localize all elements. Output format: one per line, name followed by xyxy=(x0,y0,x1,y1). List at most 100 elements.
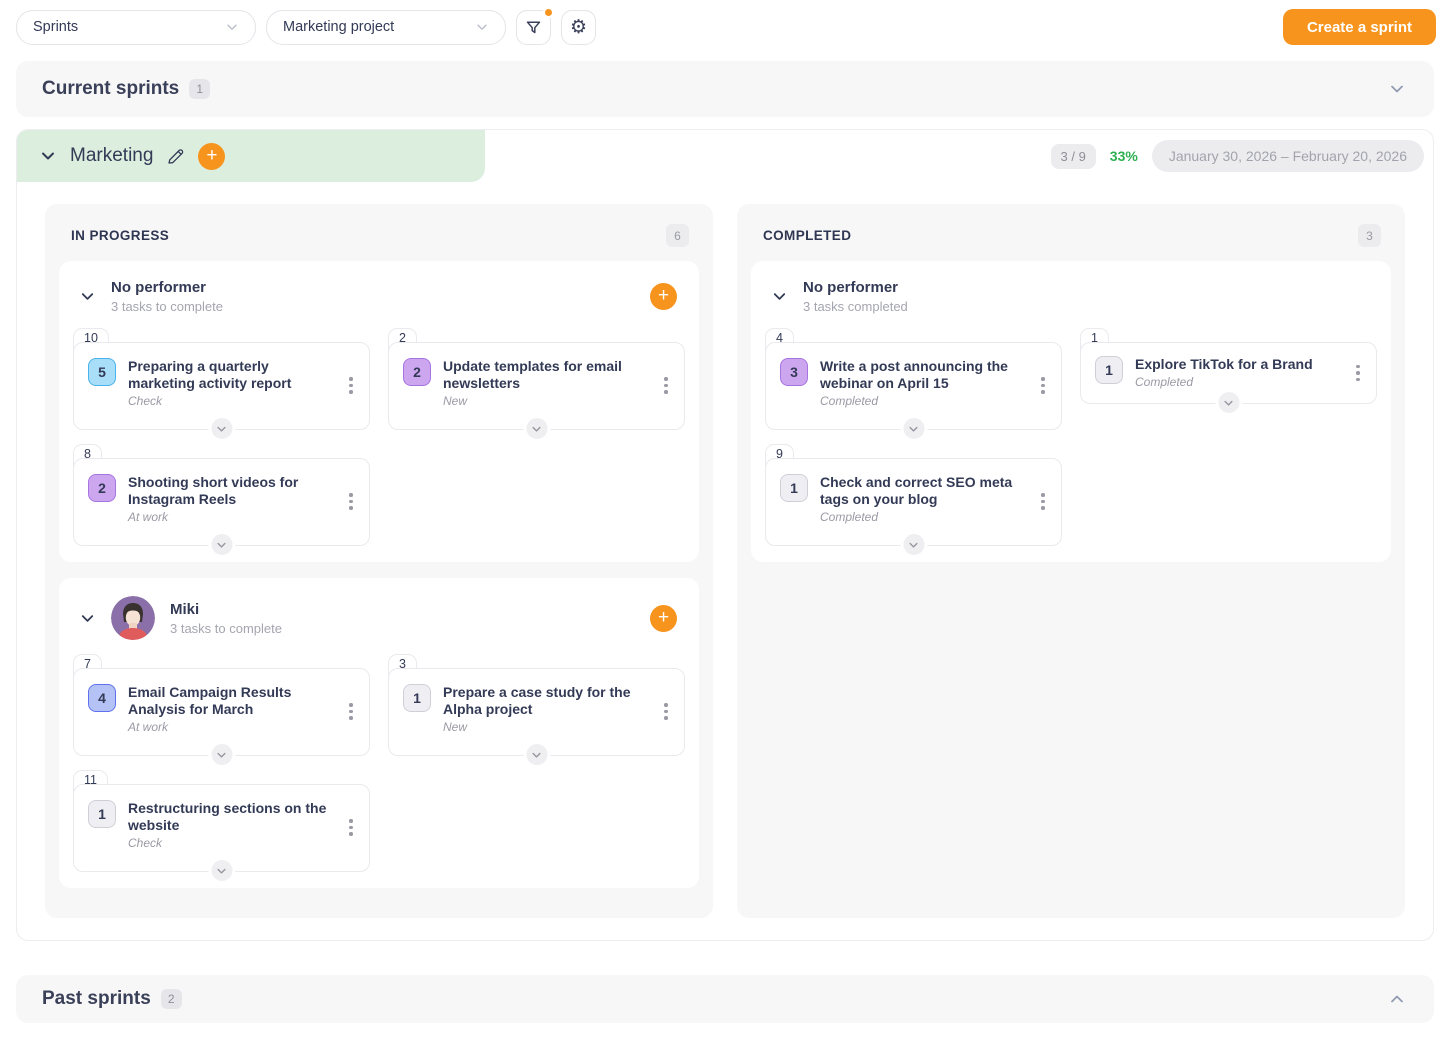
task-status: New xyxy=(443,394,646,408)
current-sprints-count: 1 xyxy=(189,79,210,99)
board-column: COMPLETED 3 No performer 3 tasks complet… xyxy=(737,204,1405,918)
task-menu-dots-icon[interactable] xyxy=(658,358,674,413)
task-expand-chevron-icon[interactable] xyxy=(523,741,550,768)
task-status: New xyxy=(443,720,646,734)
task-grid: 7 4 Email Campaign Results Analysis for … xyxy=(59,652,699,888)
group-header: No performer 3 tasks completed xyxy=(751,261,1391,326)
task-expand-chevron-icon[interactable] xyxy=(900,415,927,442)
task-text: Write a post announcing the webinar on A… xyxy=(820,358,1023,413)
task-count-badge: 5 xyxy=(88,358,116,386)
task-count-badge: 1 xyxy=(403,684,431,712)
create-sprint-button[interactable]: Create a sprint xyxy=(1283,9,1436,45)
task-title: Preparing a quarterly marketing activity… xyxy=(128,358,331,392)
task-expand-chevron-icon[interactable] xyxy=(208,857,235,884)
column-header: COMPLETED 3 xyxy=(751,214,1391,261)
filter-icon xyxy=(525,19,542,36)
group-chevron-down-icon[interactable] xyxy=(771,288,788,305)
task-status: Completed xyxy=(820,394,1023,408)
group-header: No performer 3 tasks to complete + xyxy=(59,261,699,326)
task-text: Shooting short videos for Instagram Reel… xyxy=(128,474,331,529)
group-chevron-down-icon[interactable] xyxy=(79,288,96,305)
task-title: Explore TikTok for a Brand xyxy=(1135,356,1338,373)
collapse-chevron-down-icon[interactable] xyxy=(1388,80,1406,98)
sprints-select-value: Sprints xyxy=(33,19,225,35)
group-header: Miki 3 tasks to complete + xyxy=(59,578,699,652)
column-count: 6 xyxy=(666,224,689,247)
task-text: Prepare a case study for the Alpha proje… xyxy=(443,684,646,739)
column-title: IN PROGRESS xyxy=(71,228,169,243)
edit-sprint-pencil-icon[interactable] xyxy=(166,147,185,166)
sprints-select[interactable]: Sprints xyxy=(16,10,256,45)
task-status: Completed xyxy=(1135,375,1338,389)
task-status: Check xyxy=(128,836,331,850)
collapse-chevron-up-icon[interactable] xyxy=(1388,990,1406,1008)
task-cell: 4 3 Write a post announcing the webinar … xyxy=(765,328,1062,430)
task-card[interactable]: 1 Check and correct SEO meta tags on you… xyxy=(765,458,1062,546)
task-expand-chevron-icon[interactable] xyxy=(208,741,235,768)
sprint-date-range[interactable]: January 30, 2026 – February 20, 2026 xyxy=(1152,140,1424,172)
task-status: At work xyxy=(128,720,331,734)
past-sprints-title: Past sprints xyxy=(42,988,151,1010)
toolbar: Sprints Marketing project ⚙ Create a spr… xyxy=(0,0,1450,45)
task-menu-dots-icon[interactable] xyxy=(1035,474,1051,529)
group-meta: Miki 3 tasks to complete xyxy=(170,601,282,636)
current-sprints-bar[interactable]: Current sprints 1 xyxy=(16,61,1434,117)
task-title: Write a post announcing the webinar on A… xyxy=(820,358,1023,392)
task-cell: 2 2 Update templates for email newslette… xyxy=(388,328,685,430)
task-menu-dots-icon[interactable] xyxy=(343,474,359,529)
column-count: 3 xyxy=(1358,224,1381,247)
task-card[interactable]: 3 Write a post announcing the webinar on… xyxy=(765,342,1062,430)
sprint-chevron-down-icon[interactable] xyxy=(39,147,57,165)
task-cell: 8 2 Shooting short videos for Instagram … xyxy=(73,444,370,546)
task-menu-dots-icon[interactable] xyxy=(658,684,674,739)
task-status: Completed xyxy=(820,510,1023,524)
sprint-header: Marketing + 3 / 9 33% January 30, 2026 –… xyxy=(17,130,1433,182)
task-title: Check and correct SEO meta tags on your … xyxy=(820,474,1023,508)
task-card[interactable]: 1 Restructuring sections on the website … xyxy=(73,784,370,872)
task-count-badge: 1 xyxy=(88,800,116,828)
task-menu-dots-icon[interactable] xyxy=(1350,356,1366,390)
task-card[interactable]: 1 Prepare a case study for the Alpha pro… xyxy=(388,668,685,756)
task-card[interactable]: 1 Explore TikTok for a Brand Completed xyxy=(1080,342,1377,404)
add-task-button[interactable]: + xyxy=(650,605,677,632)
group-subtitle: 3 tasks to complete xyxy=(170,621,282,636)
performer-group: Miki 3 tasks to complete + 7 4 Email Cam… xyxy=(59,578,699,888)
task-text: Update templates for email newsletters N… xyxy=(443,358,646,413)
task-menu-dots-icon[interactable] xyxy=(343,684,359,739)
add-task-to-sprint-button[interactable]: + xyxy=(198,143,225,170)
task-title: Update templates for email newsletters xyxy=(443,358,646,392)
task-card[interactable]: 5 Preparing a quarterly marketing activi… xyxy=(73,342,370,430)
sprint-header-left: Marketing + xyxy=(17,130,485,182)
task-status: At work xyxy=(128,510,331,524)
task-expand-chevron-icon[interactable] xyxy=(1215,389,1242,416)
task-expand-chevron-icon[interactable] xyxy=(523,415,550,442)
task-expand-chevron-icon[interactable] xyxy=(208,415,235,442)
task-card[interactable]: 4 Email Campaign Results Analysis for Ma… xyxy=(73,668,370,756)
task-card[interactable]: 2 Shooting short videos for Instagram Re… xyxy=(73,458,370,546)
project-select[interactable]: Marketing project xyxy=(266,10,506,45)
task-count-badge: 1 xyxy=(780,474,808,502)
filter-notification-dot xyxy=(543,7,554,18)
group-chevron-down-icon[interactable] xyxy=(79,610,96,627)
settings-button[interactable]: ⚙ xyxy=(561,10,596,45)
group-name: Miki xyxy=(170,601,282,618)
task-text: Check and correct SEO meta tags on your … xyxy=(820,474,1023,529)
group-name: No performer xyxy=(111,279,223,296)
task-cell: 7 4 Email Campaign Results Analysis for … xyxy=(73,654,370,756)
task-title: Restructuring sections on the website xyxy=(128,800,331,834)
task-expand-chevron-icon[interactable] xyxy=(900,531,927,558)
task-expand-chevron-icon[interactable] xyxy=(208,531,235,558)
filter-button[interactable] xyxy=(516,10,551,45)
task-cell: 11 1 Restructuring sections on the websi… xyxy=(73,770,370,872)
task-menu-dots-icon[interactable] xyxy=(343,358,359,413)
task-grid: 10 5 Preparing a quarterly marketing act… xyxy=(59,326,699,562)
sprint-header-right: 3 / 9 33% January 30, 2026 – February 20… xyxy=(485,140,1433,172)
sprint-card: Marketing + 3 / 9 33% January 30, 2026 –… xyxy=(16,129,1434,941)
past-sprints-bar[interactable]: Past sprints 2 xyxy=(16,975,1434,1023)
task-menu-dots-icon[interactable] xyxy=(343,800,359,855)
chevron-down-icon xyxy=(475,20,489,34)
add-task-button[interactable]: + xyxy=(650,283,677,310)
task-card[interactable]: 2 Update templates for email newsletters… xyxy=(388,342,685,430)
task-text: Explore TikTok for a Brand Completed xyxy=(1135,356,1338,390)
task-menu-dots-icon[interactable] xyxy=(1035,358,1051,413)
